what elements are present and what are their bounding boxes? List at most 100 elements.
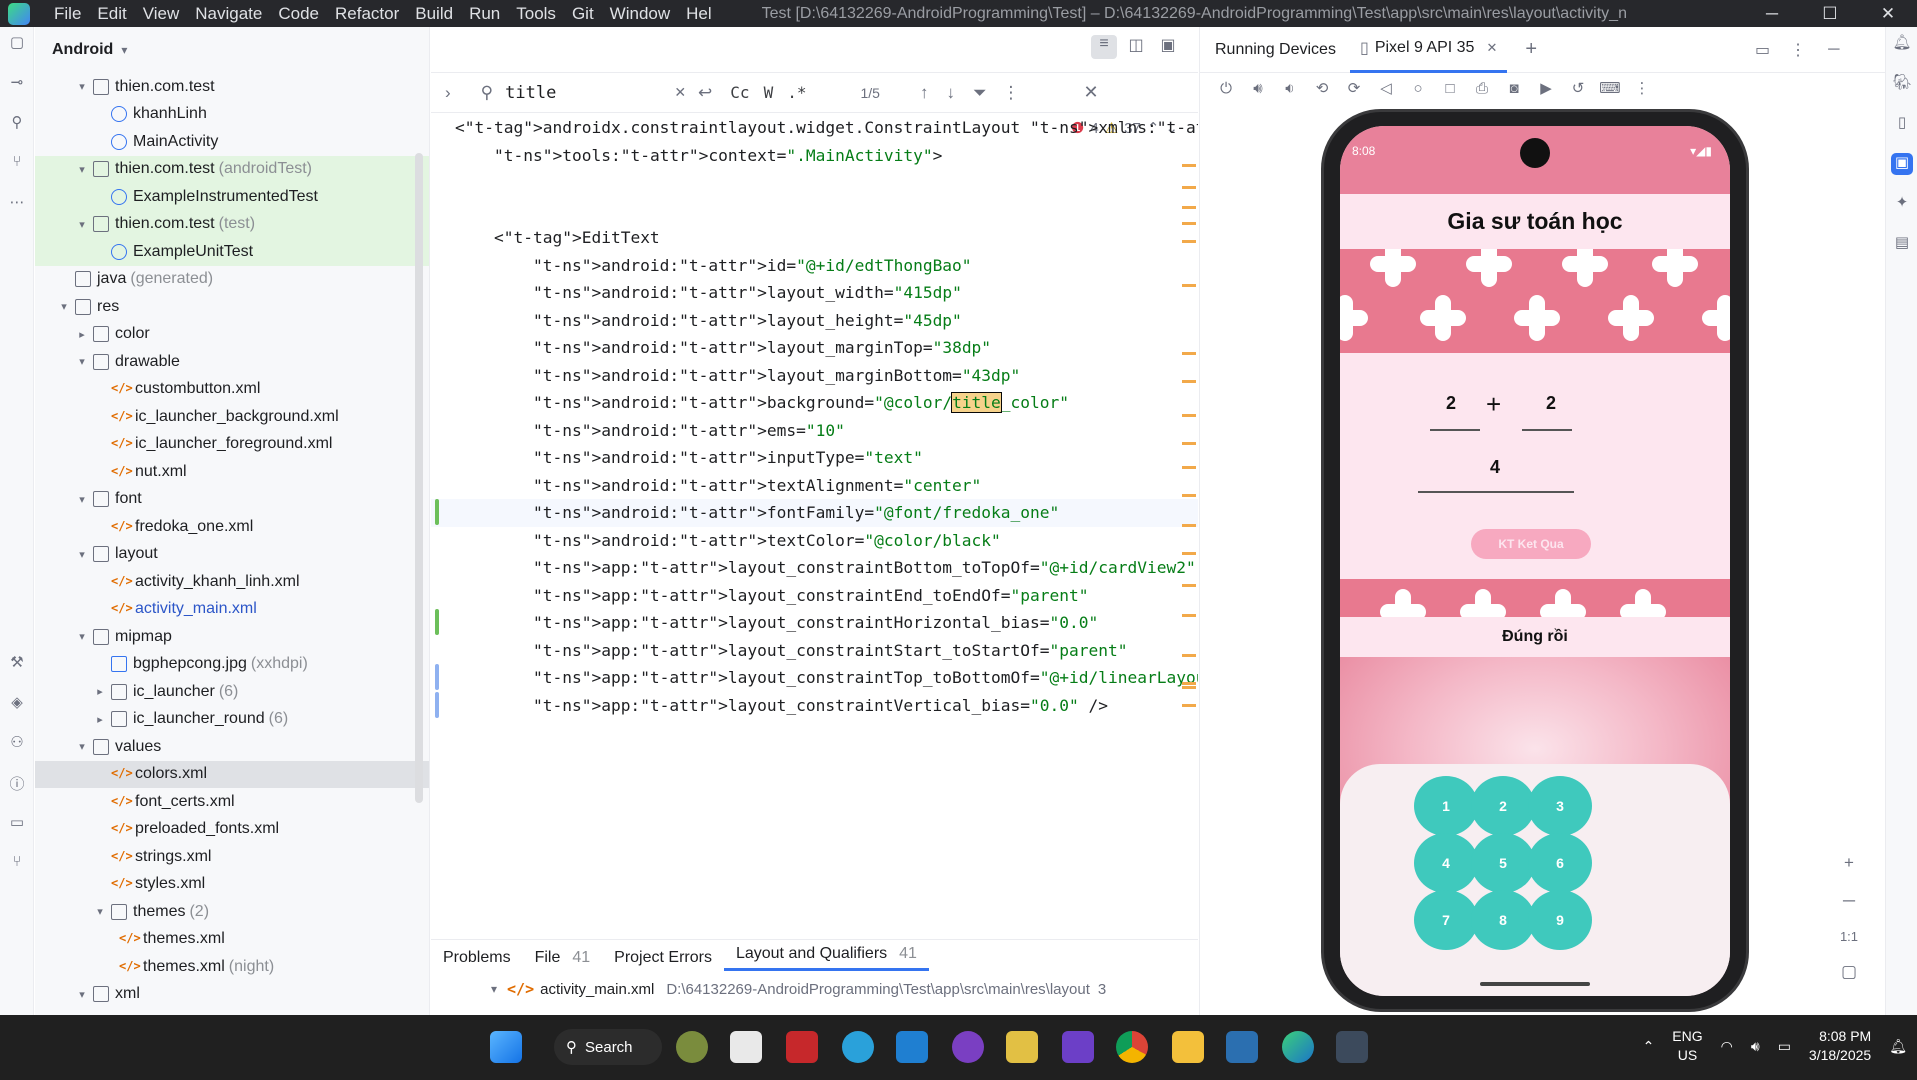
menu-item[interactable]: Code bbox=[270, 4, 327, 24]
hide-panel-icon[interactable]: ─ bbox=[1828, 41, 1839, 59]
more-tools-icon[interactable]: ⋯ bbox=[6, 193, 28, 213]
menu-item[interactable]: Hel bbox=[678, 4, 720, 24]
tree-item[interactable]: </> fredoka_one.xml bbox=[35, 513, 429, 541]
code-line[interactable]: "t-ns">tools:"t-attr">context=".MainActi… bbox=[431, 142, 1198, 170]
battery-icon[interactable]: ▭ bbox=[1778, 1038, 1791, 1055]
zoom-actual-size[interactable]: 1:1 bbox=[1840, 929, 1858, 944]
tree-item[interactable]: MainActivity bbox=[35, 128, 429, 156]
code-line[interactable]: "t-ns">app:"t-attr">layout_constraintTop… bbox=[431, 664, 1198, 692]
paint-icon[interactable] bbox=[1006, 1031, 1038, 1063]
stripe-marker[interactable] bbox=[1182, 414, 1196, 417]
previous-match-icon[interactable]: ↑ bbox=[920, 83, 929, 103]
change-marker[interactable] bbox=[435, 664, 439, 690]
tree-item[interactable]: ▾ font bbox=[35, 486, 429, 514]
problems-tab[interactable]: Problems bbox=[431, 949, 523, 967]
menu-item[interactable]: Navigate bbox=[187, 4, 270, 24]
minimize-icon[interactable]: ─ bbox=[1743, 0, 1801, 27]
stripe-marker[interactable] bbox=[1182, 240, 1196, 243]
visual-studio-icon[interactable] bbox=[1062, 1031, 1094, 1063]
change-marker[interactable] bbox=[435, 499, 439, 525]
wifi-icon[interactable]: ◠ bbox=[1721, 1038, 1733, 1055]
chevron-right-icon[interactable]: ▸ bbox=[93, 685, 107, 698]
power-icon[interactable]: ⏻ bbox=[1210, 80, 1242, 97]
notifications-icon[interactable]: 🔔︎ bbox=[1891, 33, 1913, 55]
device-manager-icon[interactable]: ▯ bbox=[1891, 113, 1913, 135]
chevron-down-icon[interactable]: ▾ bbox=[93, 905, 107, 918]
tool-app-icon[interactable] bbox=[1226, 1031, 1258, 1063]
file-app-icon[interactable] bbox=[676, 1031, 708, 1063]
close-tab-icon[interactable]: ✕ bbox=[1486, 40, 1497, 56]
tree-item[interactable]: </> themes.xml bbox=[35, 926, 429, 954]
clear-search-icon[interactable]: ✕ bbox=[674, 84, 686, 101]
rotate-right-icon[interactable]: ⟳ bbox=[1338, 79, 1370, 97]
code-line[interactable]: "t-ns">app:"t-attr">layout_constraintEnd… bbox=[431, 582, 1198, 610]
tree-item[interactable]: ▾ values bbox=[35, 733, 429, 761]
gemini-icon[interactable]: ✦ bbox=[1891, 193, 1913, 215]
code-line[interactable]: "t-ns">android:"t-attr">id="@+id/edtThon… bbox=[431, 252, 1198, 280]
phone-screen[interactable]: 8:08 ▾◢▮ Gia sư toán học 2 + 2 4 KT Ket … bbox=[1340, 126, 1730, 996]
match-case-toggle[interactable]: Cc bbox=[730, 83, 749, 102]
menu-item[interactable]: View bbox=[135, 4, 188, 24]
next-match-icon[interactable]: ↓ bbox=[946, 83, 955, 103]
tree-item[interactable]: </> preloaded_fonts.xml bbox=[35, 816, 429, 844]
menu-item[interactable]: Edit bbox=[89, 4, 134, 24]
menu-item[interactable]: Build bbox=[407, 4, 461, 24]
code-line[interactable]: "t-ns">android:"t-attr">background="@col… bbox=[431, 389, 1198, 417]
tree-item[interactable]: khanhLinh bbox=[35, 101, 429, 129]
problems-tool-icon[interactable]: ⓘ bbox=[6, 773, 28, 793]
stripe-marker[interactable] bbox=[1182, 494, 1196, 497]
filter-icon[interactable]: ⏷ bbox=[973, 83, 987, 103]
new-line-icon[interactable]: ↩ bbox=[698, 83, 712, 103]
problems-tab[interactable]: Project Errors bbox=[602, 949, 724, 967]
back-icon[interactable]: ◁ bbox=[1370, 79, 1402, 97]
stripe-marker[interactable] bbox=[1182, 524, 1196, 527]
project-view-selector[interactable]: Android ▾ bbox=[35, 27, 429, 73]
tree-item[interactable]: ▾ res bbox=[35, 293, 429, 321]
find-input[interactable]: title bbox=[505, 83, 556, 103]
speaker-icon[interactable]: 🔊︎ bbox=[1751, 1038, 1760, 1055]
screen-record-icon[interactable]: ▶ bbox=[1530, 79, 1562, 97]
chevron-down-icon[interactable]: ▾ bbox=[75, 740, 89, 753]
terminal-tool-icon[interactable]: ▭ bbox=[6, 813, 28, 833]
code-line[interactable]: "t-ns">android:"t-attr">layout_height="4… bbox=[431, 307, 1198, 335]
maximize-icon[interactable]: ☐ bbox=[1801, 0, 1859, 27]
tree-item[interactable]: java (generated) bbox=[35, 266, 429, 294]
tree-item[interactable]: </> strings.xml bbox=[35, 843, 429, 871]
panel-layout-icon[interactable]: ▭ bbox=[1755, 40, 1770, 60]
logcat-tool-icon[interactable]: ⚇ bbox=[6, 733, 28, 753]
keypad-key-5[interactable]: 5 bbox=[1471, 833, 1535, 893]
language-indicator[interactable]: ENG US bbox=[1672, 1027, 1702, 1065]
tree-item[interactable]: ▾ themes (2) bbox=[35, 898, 429, 926]
stripe-marker[interactable] bbox=[1182, 164, 1196, 167]
taskbar-search[interactable]: ⚲ Search bbox=[554, 1029, 662, 1065]
code-line[interactable]: "t-ns">app:"t-attr">layout_constraintSta… bbox=[431, 637, 1198, 665]
tree-item[interactable]: </> activity_main.xml bbox=[35, 596, 429, 624]
menu-item[interactable]: Window bbox=[602, 4, 678, 24]
stripe-marker[interactable] bbox=[1182, 186, 1196, 189]
chevron-right-icon[interactable]: ▸ bbox=[75, 328, 89, 341]
tree-item[interactable]: </> styles.xml bbox=[35, 871, 429, 899]
zoom-in-icon[interactable]: + bbox=[1844, 853, 1854, 873]
more-options-icon[interactable]: ⋮ bbox=[1003, 83, 1020, 103]
android-studio-logo-icon[interactable] bbox=[8, 2, 30, 25]
home-icon[interactable]: ○ bbox=[1402, 80, 1434, 97]
menu-item[interactable]: File bbox=[46, 4, 89, 24]
github-desktop-icon[interactable] bbox=[952, 1031, 984, 1063]
code-line[interactable]: "t-ns">android:"t-attr">layout_marginTop… bbox=[431, 334, 1198, 362]
code-line[interactable]: "t-ns">android:"t-attr">layout_marginBot… bbox=[431, 362, 1198, 390]
stripe-marker[interactable] bbox=[1182, 380, 1196, 383]
news-app-icon[interactable] bbox=[730, 1031, 762, 1063]
split-view-icon[interactable]: ◫ bbox=[1123, 35, 1149, 59]
change-marker[interactable] bbox=[435, 691, 439, 718]
tree-item[interactable]: ExampleUnitTest bbox=[35, 238, 429, 266]
design-view-icon[interactable]: ▣ bbox=[1155, 35, 1181, 59]
zoom-fit-icon[interactable]: ▢ bbox=[1841, 962, 1857, 982]
menu-item[interactable]: Tools bbox=[508, 4, 564, 24]
stripe-marker[interactable] bbox=[1182, 222, 1196, 225]
structure-tool-icon[interactable]: ⚲ bbox=[6, 113, 28, 133]
tree-item[interactable]: </> colors.xml bbox=[35, 760, 429, 788]
problem-row[interactable]: ▾ </> activity_main.xml D:\64132269-Andr… bbox=[431, 976, 1198, 1002]
keypad-key-4[interactable]: 4 bbox=[1414, 833, 1478, 893]
stripe-marker[interactable] bbox=[1182, 552, 1196, 555]
keypad-key-9[interactable]: 9 bbox=[1528, 890, 1592, 950]
